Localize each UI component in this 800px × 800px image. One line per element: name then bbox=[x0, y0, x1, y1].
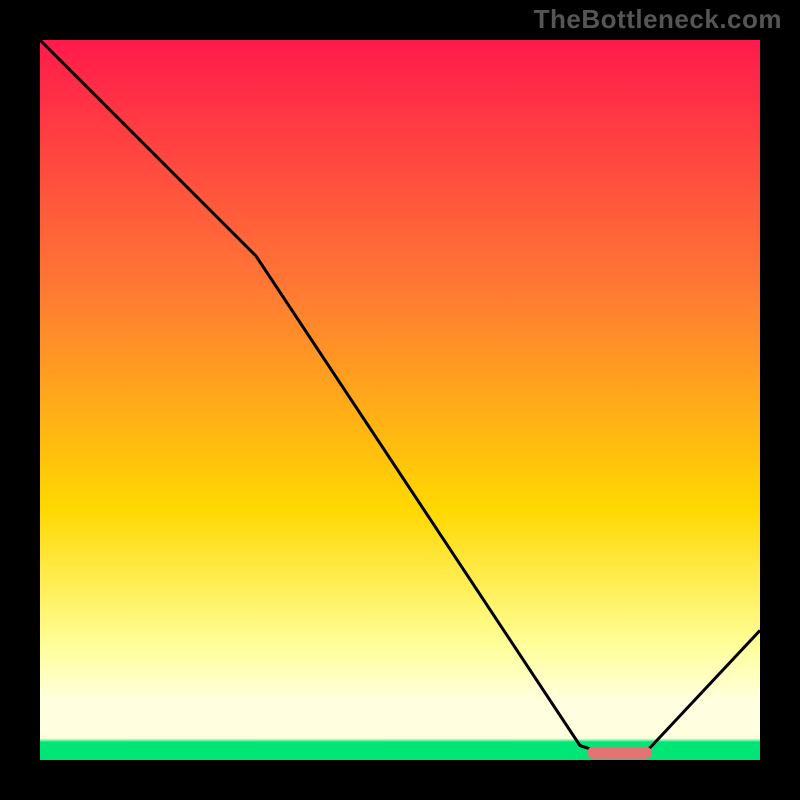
watermark-text: TheBottleneck.com bbox=[534, 4, 782, 35]
chart-svg bbox=[40, 40, 760, 760]
optimum-marker bbox=[587, 747, 652, 759]
chart-frame: TheBottleneck.com bbox=[0, 0, 800, 800]
plot-area bbox=[40, 40, 760, 760]
